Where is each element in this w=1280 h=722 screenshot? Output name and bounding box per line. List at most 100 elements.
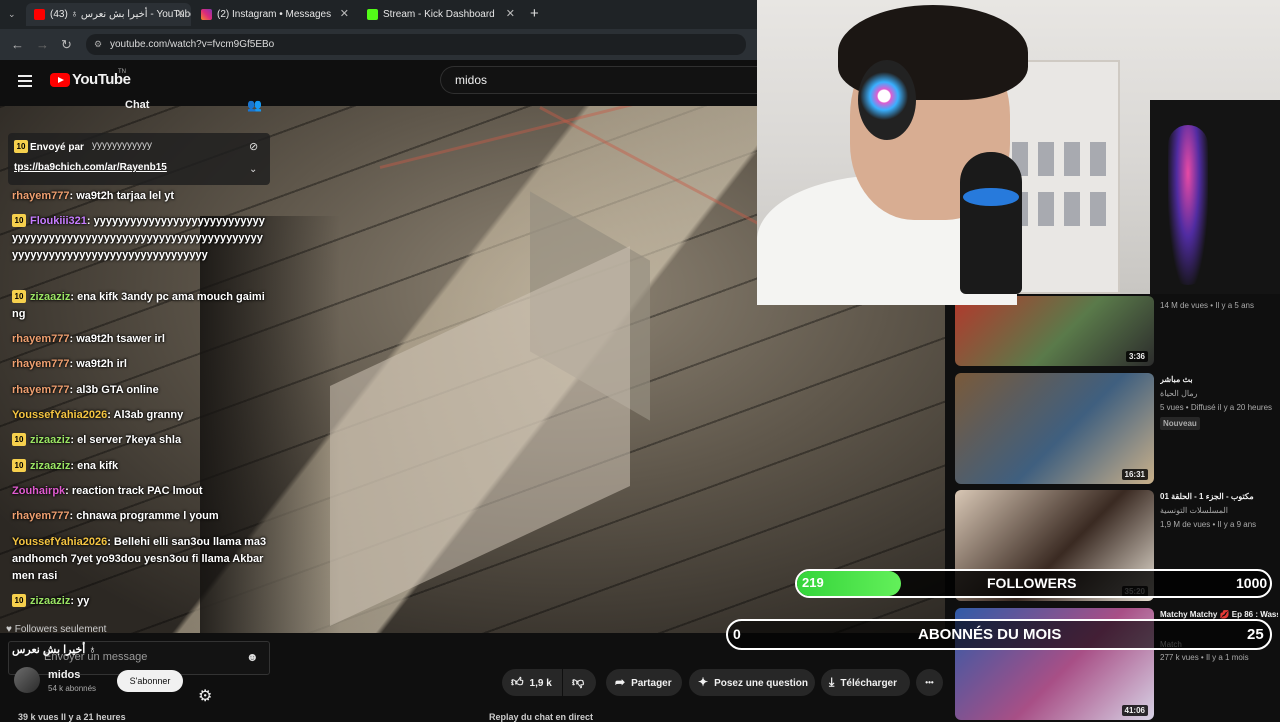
avatar[interactable]	[14, 667, 40, 693]
new-tab-button[interactable]: +	[530, 3, 539, 26]
new-badge: Nouveau	[1160, 417, 1200, 430]
chat-message: rhayem777: wa9t2h tarjaa lel yt	[12, 190, 175, 202]
video-title[interactable]: مكتوب - الجزء 1 - الحلقة 01	[1160, 492, 1278, 501]
more-actions-button[interactable]: •••	[916, 669, 943, 696]
chat-message: rhayem777: al3b GTA online	[12, 384, 159, 396]
chat-message: YoussefYahia2026: Al3ab granny	[12, 409, 184, 421]
video-title[interactable]: بث مباشر	[1160, 375, 1278, 384]
video-duration: 41:06	[1121, 705, 1148, 716]
chat-username[interactable]: zizaaziz	[30, 434, 70, 446]
tab-title: (2) Instagram • Messages	[217, 9, 332, 20]
chat-message: 10 zizaaziz: ena kifk	[12, 458, 267, 475]
video-meta: 5 vues • Diffusé il y a 20 heures	[1160, 403, 1273, 412]
address-bar: ← → ↻ ⚙ youtube.com/watch?v=fvcm9Gf5EBo	[0, 29, 757, 60]
chat-text: chnawa programme l youm	[76, 510, 219, 522]
tab-close-icon[interactable]: ✕	[176, 3, 185, 26]
subscribe-button[interactable]: S'abonner	[117, 670, 183, 692]
tab-youtube[interactable]: أخيرا بش نعرس ♁ (43) - YouTube ✕	[26, 3, 191, 26]
subscriber-badge-icon: 10	[12, 214, 26, 227]
subscriber-badge-icon: 10	[12, 459, 26, 472]
youtube-logo-icon[interactable]	[50, 73, 70, 87]
tab-kick[interactable]: Stream - Kick Dashboard ✕	[359, 3, 521, 26]
chat-username[interactable]: YoussefYahia2026	[12, 536, 107, 548]
video-duration: 16:31	[1121, 469, 1148, 480]
subscriber-badge-icon: 10	[12, 433, 26, 446]
back-arrow-icon[interactable]: ←	[11, 29, 24, 60]
instagram-favicon-icon	[201, 8, 212, 20]
video-thumbnail[interactable]: 16:31	[955, 373, 1154, 484]
video-meta: 277 k vues • Il y a 1 mois	[1160, 653, 1249, 662]
chat-text: al3b GTA online	[76, 384, 159, 396]
followers-only-label: ♥ Followers seulement	[6, 624, 107, 635]
dislike-button[interactable]: 👎︎	[563, 669, 596, 696]
chat-text: yy	[77, 595, 90, 607]
chat-username[interactable]: rhayem777	[12, 190, 70, 202]
thumbs-down-icon: 👎︎	[572, 675, 585, 689]
video-meta: 14 M de vues • Il y a 5 ans	[1160, 301, 1254, 310]
microphone-icon	[960, 152, 1022, 294]
chat-username[interactable]: Zouhairpk	[12, 485, 65, 497]
ask-question-button[interactable]: ✦ Posez une question	[689, 669, 815, 696]
chat-text: reaction track PAC lmout	[71, 485, 203, 497]
like-button[interactable]: 👍︎ 1,9 k	[502, 669, 562, 696]
tab-instagram[interactable]: (2) Instagram • Messages ✕	[193, 3, 355, 26]
forward-arrow-icon[interactable]: →	[36, 29, 49, 60]
tab-search-chevron-icon[interactable]: ⌄	[8, 3, 16, 26]
chat-text: Al3ab granny	[113, 409, 184, 421]
download-icon: ⤓	[829, 675, 835, 689]
video-title[interactable]: Matchy Matchy 💋 Ep 86 : Wassim migalo & …	[1160, 610, 1278, 619]
chat-message: 10 zizaaziz: el server 7keya shla	[12, 432, 267, 449]
chat-username[interactable]: rhayem777	[12, 384, 70, 396]
chat-message: rhayem777: wa9t2h irl	[12, 358, 127, 370]
participants-icon[interactable]: 👥	[247, 98, 262, 112]
video-meta: 1,9 M de vues • Il y a 9 ans	[1160, 520, 1257, 529]
chat-message: rhayem777: wa9t2h tsawer irl	[12, 333, 165, 345]
unpin-icon[interactable]: ⊘	[249, 140, 258, 153]
chat-message: YoussefYahia2026: Bellehi elli san3ou ll…	[12, 536, 267, 582]
chat-username[interactable]: rhayem777	[12, 333, 70, 345]
chat-text: wa9t2h tsawer irl	[76, 333, 165, 345]
pinned-link[interactable]: tps://ba9chich.com/ar/Rayenb15	[14, 162, 167, 173]
url-field[interactable]: ⚙ youtube.com/watch?v=fvcm9Gf5EBo	[86, 34, 746, 55]
chat-message: rhayem777: chnawa programme l youm	[12, 510, 219, 522]
site-info-icon[interactable]: ⚙	[94, 34, 102, 55]
chat-username[interactable]: zizaaziz	[30, 460, 70, 472]
tab-title: Stream - Kick Dashboard	[383, 9, 495, 20]
download-button[interactable]: ⤓ Télécharger	[821, 669, 910, 696]
rgb-lights	[1168, 125, 1208, 285]
chat-message: 10 zizaaziz: yy	[12, 593, 267, 610]
chat-message: 10 zizaaziz: ena kifk 3andy pc ama mouch …	[12, 290, 265, 320]
reload-icon[interactable]: ↻	[61, 29, 72, 60]
followers-goal: 1000	[1236, 575, 1268, 591]
video-thumbnail[interactable]: 3:36	[955, 296, 1154, 366]
followers-label: FOLLOWERS	[987, 575, 1077, 591]
video-duration: 3:36	[1125, 351, 1148, 362]
chat-username[interactable]: rhayem777	[12, 358, 70, 370]
share-button[interactable]: ➦ Partager	[606, 669, 682, 696]
gear-icon[interactable]: ⚙	[198, 686, 212, 706]
sparkle-icon: ✦	[698, 675, 709, 689]
thumbs-up-icon: 👍︎	[511, 675, 524, 689]
subs-label: ABONNÉS DU MOIS	[918, 626, 1062, 643]
video-channel[interactable]: المسلسلات التونسية	[1160, 506, 1228, 515]
tab-close-icon[interactable]: ✕	[506, 3, 515, 26]
chat-username[interactable]: zizaaziz	[30, 291, 70, 303]
video-title-overlay: أخيرا بش نعرس ♁	[12, 644, 97, 656]
channel-name[interactable]: midos	[48, 669, 80, 681]
chevron-down-icon[interactable]: ⌄	[249, 164, 257, 175]
chat-text: ena kifk	[77, 460, 119, 472]
chat-username[interactable]: rhayem777	[12, 510, 70, 522]
followers-count: 219	[802, 575, 824, 590]
chat-replay-label[interactable]: Replay du chat en direct	[489, 712, 593, 722]
youtube-header: YouTube TN midos	[0, 60, 757, 106]
chat-message: Zouhairpk: reaction track PAC lmout	[12, 485, 203, 497]
chat-username[interactable]: zizaaziz	[30, 595, 70, 607]
chat-username[interactable]: Floukiii321	[30, 215, 87, 227]
chat-header: Chat	[125, 99, 150, 111]
search-input[interactable]: midos	[440, 66, 757, 94]
emoji-icon[interactable]: ☻	[246, 650, 259, 664]
chat-username[interactable]: YoussefYahia2026	[12, 409, 107, 421]
tab-close-icon[interactable]: ✕	[340, 3, 349, 26]
video-channel[interactable]: رمال الحياة	[1160, 389, 1198, 398]
menu-icon[interactable]	[18, 75, 32, 87]
